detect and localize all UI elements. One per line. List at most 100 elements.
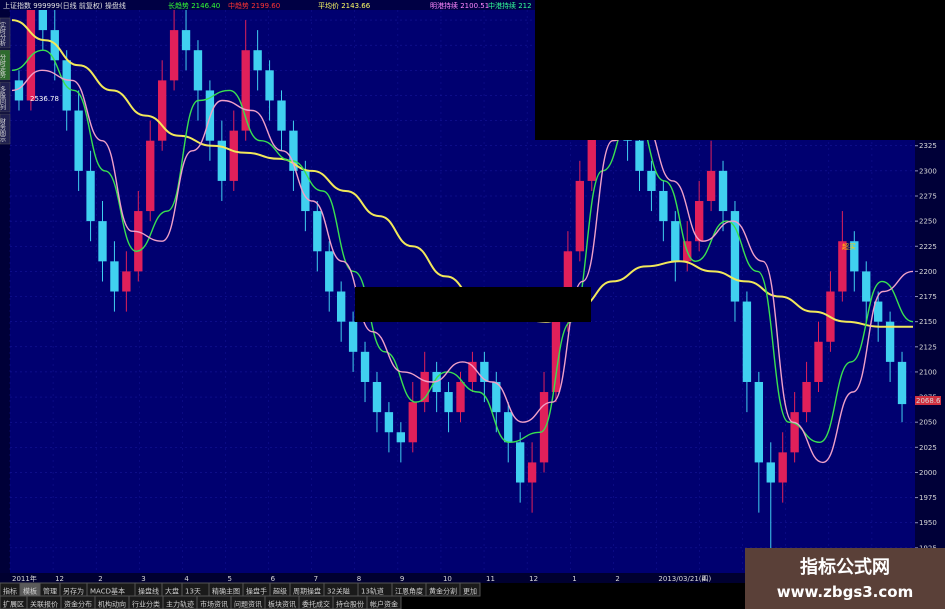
occlusion-box-top-right <box>535 0 945 140</box>
candle-body <box>659 190 668 222</box>
candle-body <box>456 381 465 413</box>
x-tick-label: 8 <box>357 575 361 583</box>
y-tick-label: 2300 <box>919 167 937 175</box>
x-tick-label: 4 <box>702 575 707 583</box>
candle-body <box>74 110 83 171</box>
candle-body <box>730 211 740 302</box>
candle-body <box>575 180 585 252</box>
candle-body <box>193 50 203 91</box>
candle-body <box>527 462 537 483</box>
candle-body <box>360 351 370 382</box>
candle-body <box>504 412 513 443</box>
x-tick-label: 12 <box>55 575 64 583</box>
candle-body <box>515 442 525 483</box>
bottom-tab-label: 帐户资金 <box>370 600 398 609</box>
x-tick-label: 2 <box>98 575 102 583</box>
x-tick-label: 7 <box>314 575 318 583</box>
chart-svg[interactable]: 1925195019752000202520502075210021252150… <box>0 0 945 609</box>
x-tick-label: 10 <box>443 575 452 583</box>
x-tick-label: 3 <box>141 575 145 583</box>
bottom-tab-label: 机构动向 <box>98 600 126 609</box>
y-tick-label: 2050 <box>919 419 937 427</box>
bottom-tab-label: 另存为 <box>63 587 84 596</box>
bottom-tab-label: 问题资讯 <box>234 600 262 609</box>
candle-body <box>277 100 286 131</box>
candle-body <box>492 381 501 413</box>
bottom-tab-label: 江恩角度 <box>395 587 423 596</box>
candle-body <box>169 30 179 81</box>
bottom-tab-label: 13轨道 <box>361 587 384 596</box>
x-tick-label: 2011年 <box>12 574 37 583</box>
bottom-tab-label: 周期操盘 <box>293 587 321 596</box>
candle-body <box>635 140 644 171</box>
candle-body <box>146 140 155 212</box>
candle-body <box>790 412 799 453</box>
left-tab-label: 多股同列 <box>0 85 6 111</box>
last-price-label: 2068.6 <box>916 397 941 405</box>
candle-body <box>253 50 262 71</box>
x-tick-label: 11 <box>486 575 495 583</box>
left-tab-label: 实时分析 <box>0 21 6 47</box>
high-price-label: 2536.78 <box>30 95 59 103</box>
bottom-tab-label: 资金分布 <box>64 600 92 609</box>
candle-body <box>814 341 823 382</box>
candle-body <box>742 301 752 382</box>
watermark-url: www.zbgs3.com <box>777 583 913 601</box>
y-tick-label: 1975 <box>919 494 937 502</box>
candle-body <box>313 211 322 252</box>
candle-body <box>26 0 36 101</box>
x-tick-label: 1 <box>572 575 576 583</box>
candle-body <box>122 271 131 292</box>
buy-signal-label: 超买 <box>842 242 856 251</box>
bottom-tab-label: 精确主图 <box>212 587 240 596</box>
info-tabs: 扩展区 关联报价 资金分布 机构动向 行业分类 主力轨迹 市场资讯 问题资讯 板块资讯 委托成交持… <box>0 595 402 609</box>
bottom-tab-label: 扩展区 <box>3 600 24 609</box>
watermark-title: 指标公式网 <box>800 556 890 578</box>
y-tick-label: 2200 <box>919 268 937 276</box>
candle-body <box>336 291 346 322</box>
candle-body <box>265 70 274 101</box>
candle-body <box>229 130 238 181</box>
candle-body <box>348 321 358 352</box>
y-tick-label: 1950 <box>919 519 937 527</box>
bottom-tab-label: 持仓股份 <box>336 600 364 609</box>
bottom-tab-label: 操盘线 <box>138 587 159 596</box>
candle-body <box>706 170 716 202</box>
y-tick-label: 2250 <box>919 218 937 226</box>
candle-body <box>754 381 764 463</box>
bottom-tab-label: MACD基本 <box>90 587 125 596</box>
candle-body <box>384 412 394 433</box>
x-tick-label: 6 <box>271 575 276 583</box>
bottom-tab-label: 更加 <box>463 587 477 596</box>
left-tab-label: 分时走势 <box>0 53 6 79</box>
bottom-tab-label: 管理 <box>43 587 57 596</box>
y-tick-label: 2275 <box>919 192 937 200</box>
window-title: 上证指数 999999(日线 前复权) 操盘线 <box>3 1 126 10</box>
header-indicator: 长趋势 2146.40 <box>168 1 220 10</box>
candle-body <box>134 211 143 272</box>
candle-body <box>86 170 95 222</box>
candle-body <box>897 361 907 405</box>
bottom-tab-label: 委托成交 <box>302 600 330 609</box>
header-indicator: 中趋势 2199.60 <box>228 1 280 10</box>
candle-body <box>372 381 382 413</box>
header-indicator: 中港持续 212 <box>488 1 532 10</box>
bottom-tab-label: 关联报价 <box>30 600 58 609</box>
candle-body <box>862 271 871 302</box>
candle-body <box>802 381 811 413</box>
candle-body <box>444 392 453 413</box>
bottom-tab-label: 主力轨迹 <box>166 600 194 609</box>
bottom-tab-label: 大盘 <box>165 587 179 596</box>
stock-chart-window: 1925195019752000202520502075210021252150… <box>0 0 945 609</box>
left-tab-label: 财务图示 <box>0 117 6 142</box>
bottom-tab-label: 模板 <box>23 587 37 596</box>
occlusion-box-center <box>355 287 591 322</box>
candle-body <box>396 432 406 443</box>
x-tick-label: 4 <box>184 575 189 583</box>
candle-body <box>647 170 656 191</box>
bottom-tab-label: 指标 <box>3 587 17 596</box>
x-tick-label: 9 <box>400 575 404 583</box>
candle-body <box>408 402 417 443</box>
x-tick-label: 5 <box>227 575 231 583</box>
candle-body <box>98 221 107 262</box>
